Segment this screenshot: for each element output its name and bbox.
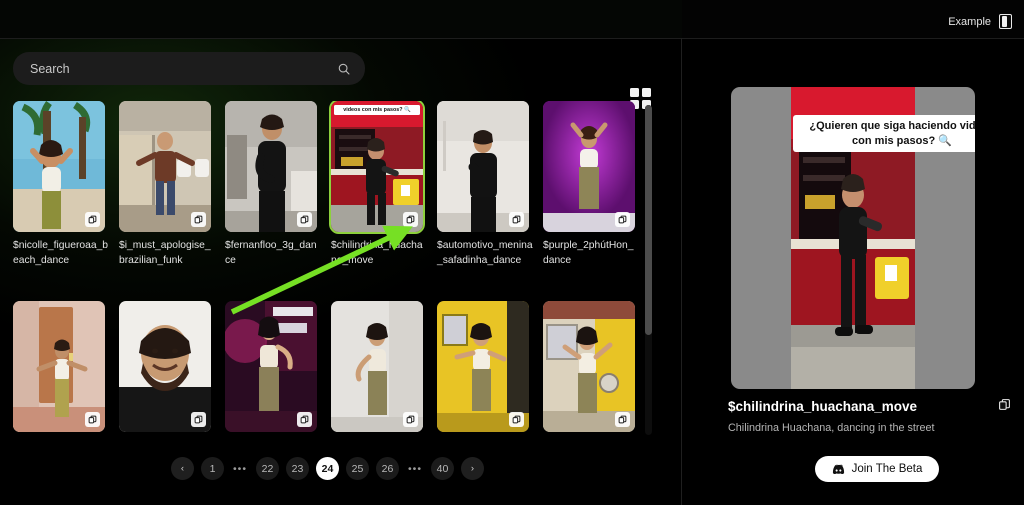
example-toggle[interactable]: Example [948, 14, 1012, 29]
preview-caption: ¿Quieren que siga haciendo videos con mi… [793, 115, 975, 153]
pagination: ‹ 1 ••• 22 23 24 25 26 ••• 40 › [0, 457, 655, 480]
video-thumbnail[interactable] [331, 301, 423, 432]
video-card[interactable] [331, 301, 437, 432]
video-card[interactable]: $nicolle_figueroaa_beach_dance [13, 101, 119, 268]
copy-icon[interactable] [615, 412, 630, 427]
video-card-label: $fernanfloo_3g_dance [225, 240, 317, 266]
copy-icon[interactable] [996, 396, 1013, 413]
pagination-ellipsis[interactable]: ••• [406, 457, 424, 480]
video-card[interactable]: $purple_2phútHon_dance [543, 101, 649, 268]
video-preview[interactable]: ¿Quieren que siga haciendo videos con mi… [731, 87, 975, 389]
video-thumbnail[interactable] [543, 301, 635, 432]
video-thumbnail[interactable] [13, 301, 105, 432]
pagination-prev[interactable]: ‹ [171, 457, 194, 480]
grid-cell [630, 88, 640, 98]
pagination-page-24[interactable]: 24 [316, 457, 339, 480]
card-grid: $nicolle_figueroaa_beach_dance $i_must_a… [0, 101, 655, 441]
copy-icon[interactable] [191, 412, 206, 427]
video-thumbnail[interactable] [543, 101, 635, 232]
detail-description: Chilindrina Huachana, dancing in the str… [728, 422, 935, 434]
copy-icon[interactable] [297, 212, 312, 227]
search-input[interactable] [30, 61, 337, 76]
copy-glyph [999, 399, 1010, 410]
video-card-label: $purple_2phútHon_dance [543, 240, 634, 266]
panel-toggle-icon[interactable] [999, 14, 1012, 29]
pagination-next[interactable]: › [461, 457, 484, 480]
browse-panel: $nicolle_figueroaa_beach_dance $i_must_a… [0, 39, 681, 505]
card-row: $nicolle_figueroaa_beach_dance $i_must_a… [13, 101, 649, 268]
video-card-label: $nicolle_figueroaa_beach_dance [13, 240, 109, 266]
pagination-ellipsis[interactable]: ••• [231, 457, 249, 480]
pagination-page-26[interactable]: 26 [376, 457, 399, 480]
video-card-label: $i_must_apologise_brazilian_funk [119, 240, 211, 266]
video-card[interactable]: $automotivo_menina_safadinha_dance [437, 101, 543, 268]
thumbnail-caption: videos con mis pasos? 🔍 [334, 105, 420, 115]
video-card-label: $chilindrina_huachana_move [331, 240, 423, 266]
detail-panel: Example ¿Quieren que siga haciendo vid c… [682, 14, 1024, 505]
pagination-page-22[interactable]: 22 [256, 457, 279, 480]
video-thumbnail[interactable] [119, 301, 211, 432]
video-card[interactable]: $fernanfloo_3g_dance [225, 101, 331, 268]
video-thumbnail-selected[interactable]: videos con mis pasos? 🔍 [329, 101, 425, 234]
video-card[interactable] [225, 301, 331, 432]
grid-cell [641, 88, 651, 98]
grid-scrollbar-thumb[interactable] [645, 105, 652, 335]
search-bar[interactable] [13, 52, 365, 85]
discord-icon [832, 464, 844, 474]
copy-icon[interactable] [509, 212, 524, 227]
video-card[interactable] [543, 301, 649, 432]
join-beta-button[interactable]: Join The Beta [815, 456, 939, 482]
copy-icon[interactable] [85, 412, 100, 427]
pagination-page-23[interactable]: 23 [286, 457, 309, 480]
pagination-page-40[interactable]: 40 [431, 457, 454, 480]
top-bar-left [0, 0, 682, 38]
card-row [13, 301, 649, 432]
video-card-label: $automotivo_menina_safadinha_dance [437, 240, 533, 266]
video-thumbnail[interactable] [437, 101, 529, 232]
video-card[interactable] [13, 301, 119, 432]
video-thumbnail[interactable] [13, 101, 105, 232]
search-icon [338, 63, 350, 75]
pagination-page-25[interactable]: 25 [346, 457, 369, 480]
video-card[interactable] [119, 301, 225, 432]
detail-title: $chilindrina_huachana_move [728, 399, 918, 414]
video-thumbnail[interactable] [437, 301, 529, 432]
example-label: Example [948, 15, 991, 28]
join-beta-label: Join The Beta [851, 463, 923, 475]
copy-icon[interactable] [191, 212, 206, 227]
copy-icon[interactable] [509, 412, 524, 427]
copy-icon[interactable] [615, 212, 630, 227]
video-thumbnail[interactable] [119, 101, 211, 232]
copy-icon[interactable] [85, 212, 100, 227]
copy-icon[interactable] [403, 212, 418, 227]
copy-icon[interactable] [297, 412, 312, 427]
video-thumbnail[interactable] [225, 101, 317, 232]
video-card[interactable] [437, 301, 543, 432]
pagination-page-1[interactable]: 1 [201, 457, 224, 480]
video-thumbnail[interactable] [225, 301, 317, 432]
copy-icon[interactable] [403, 412, 418, 427]
video-card[interactable]: videos con mis pasos? 🔍 $chilindrina_huac… [329, 101, 437, 268]
app-root: $nicolle_figueroaa_beach_dance $i_must_a… [0, 0, 1024, 505]
video-card[interactable]: $i_must_apologise_brazilian_funk [119, 101, 225, 268]
